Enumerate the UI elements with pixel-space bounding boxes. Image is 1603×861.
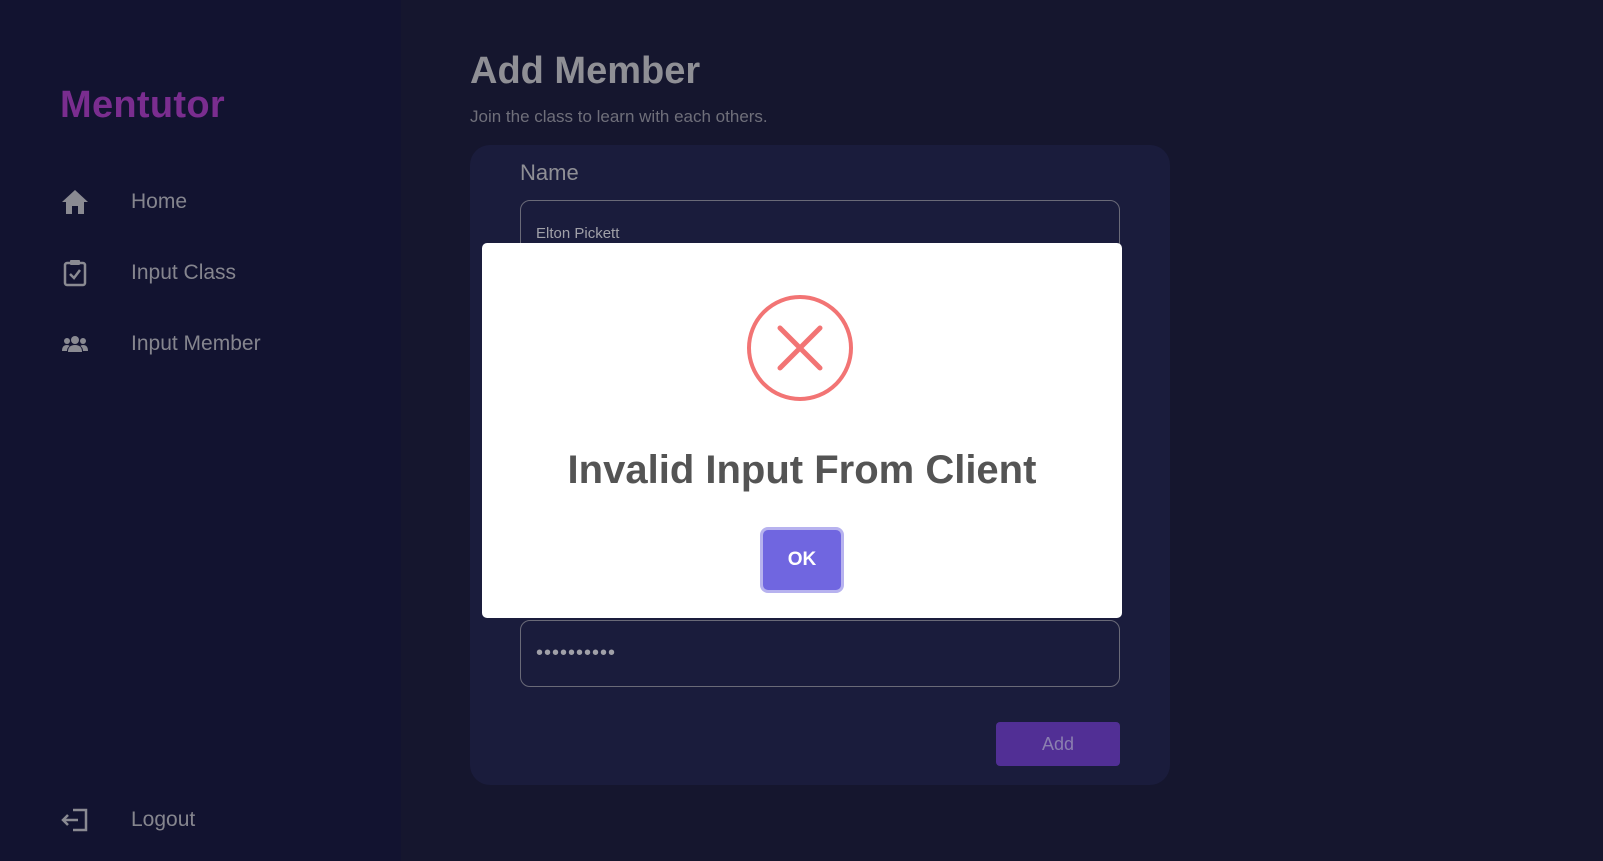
app-root: Mentutor Home Input Class Input Member L…	[0, 0, 1603, 861]
modal-overlay: Invalid Input From Client OK	[0, 0, 1603, 861]
ok-button[interactable]: OK	[763, 530, 841, 590]
error-dialog: Invalid Input From Client OK	[482, 243, 1122, 618]
dialog-title: Invalid Input From Client	[567, 448, 1037, 492]
error-icon	[745, 293, 855, 403]
